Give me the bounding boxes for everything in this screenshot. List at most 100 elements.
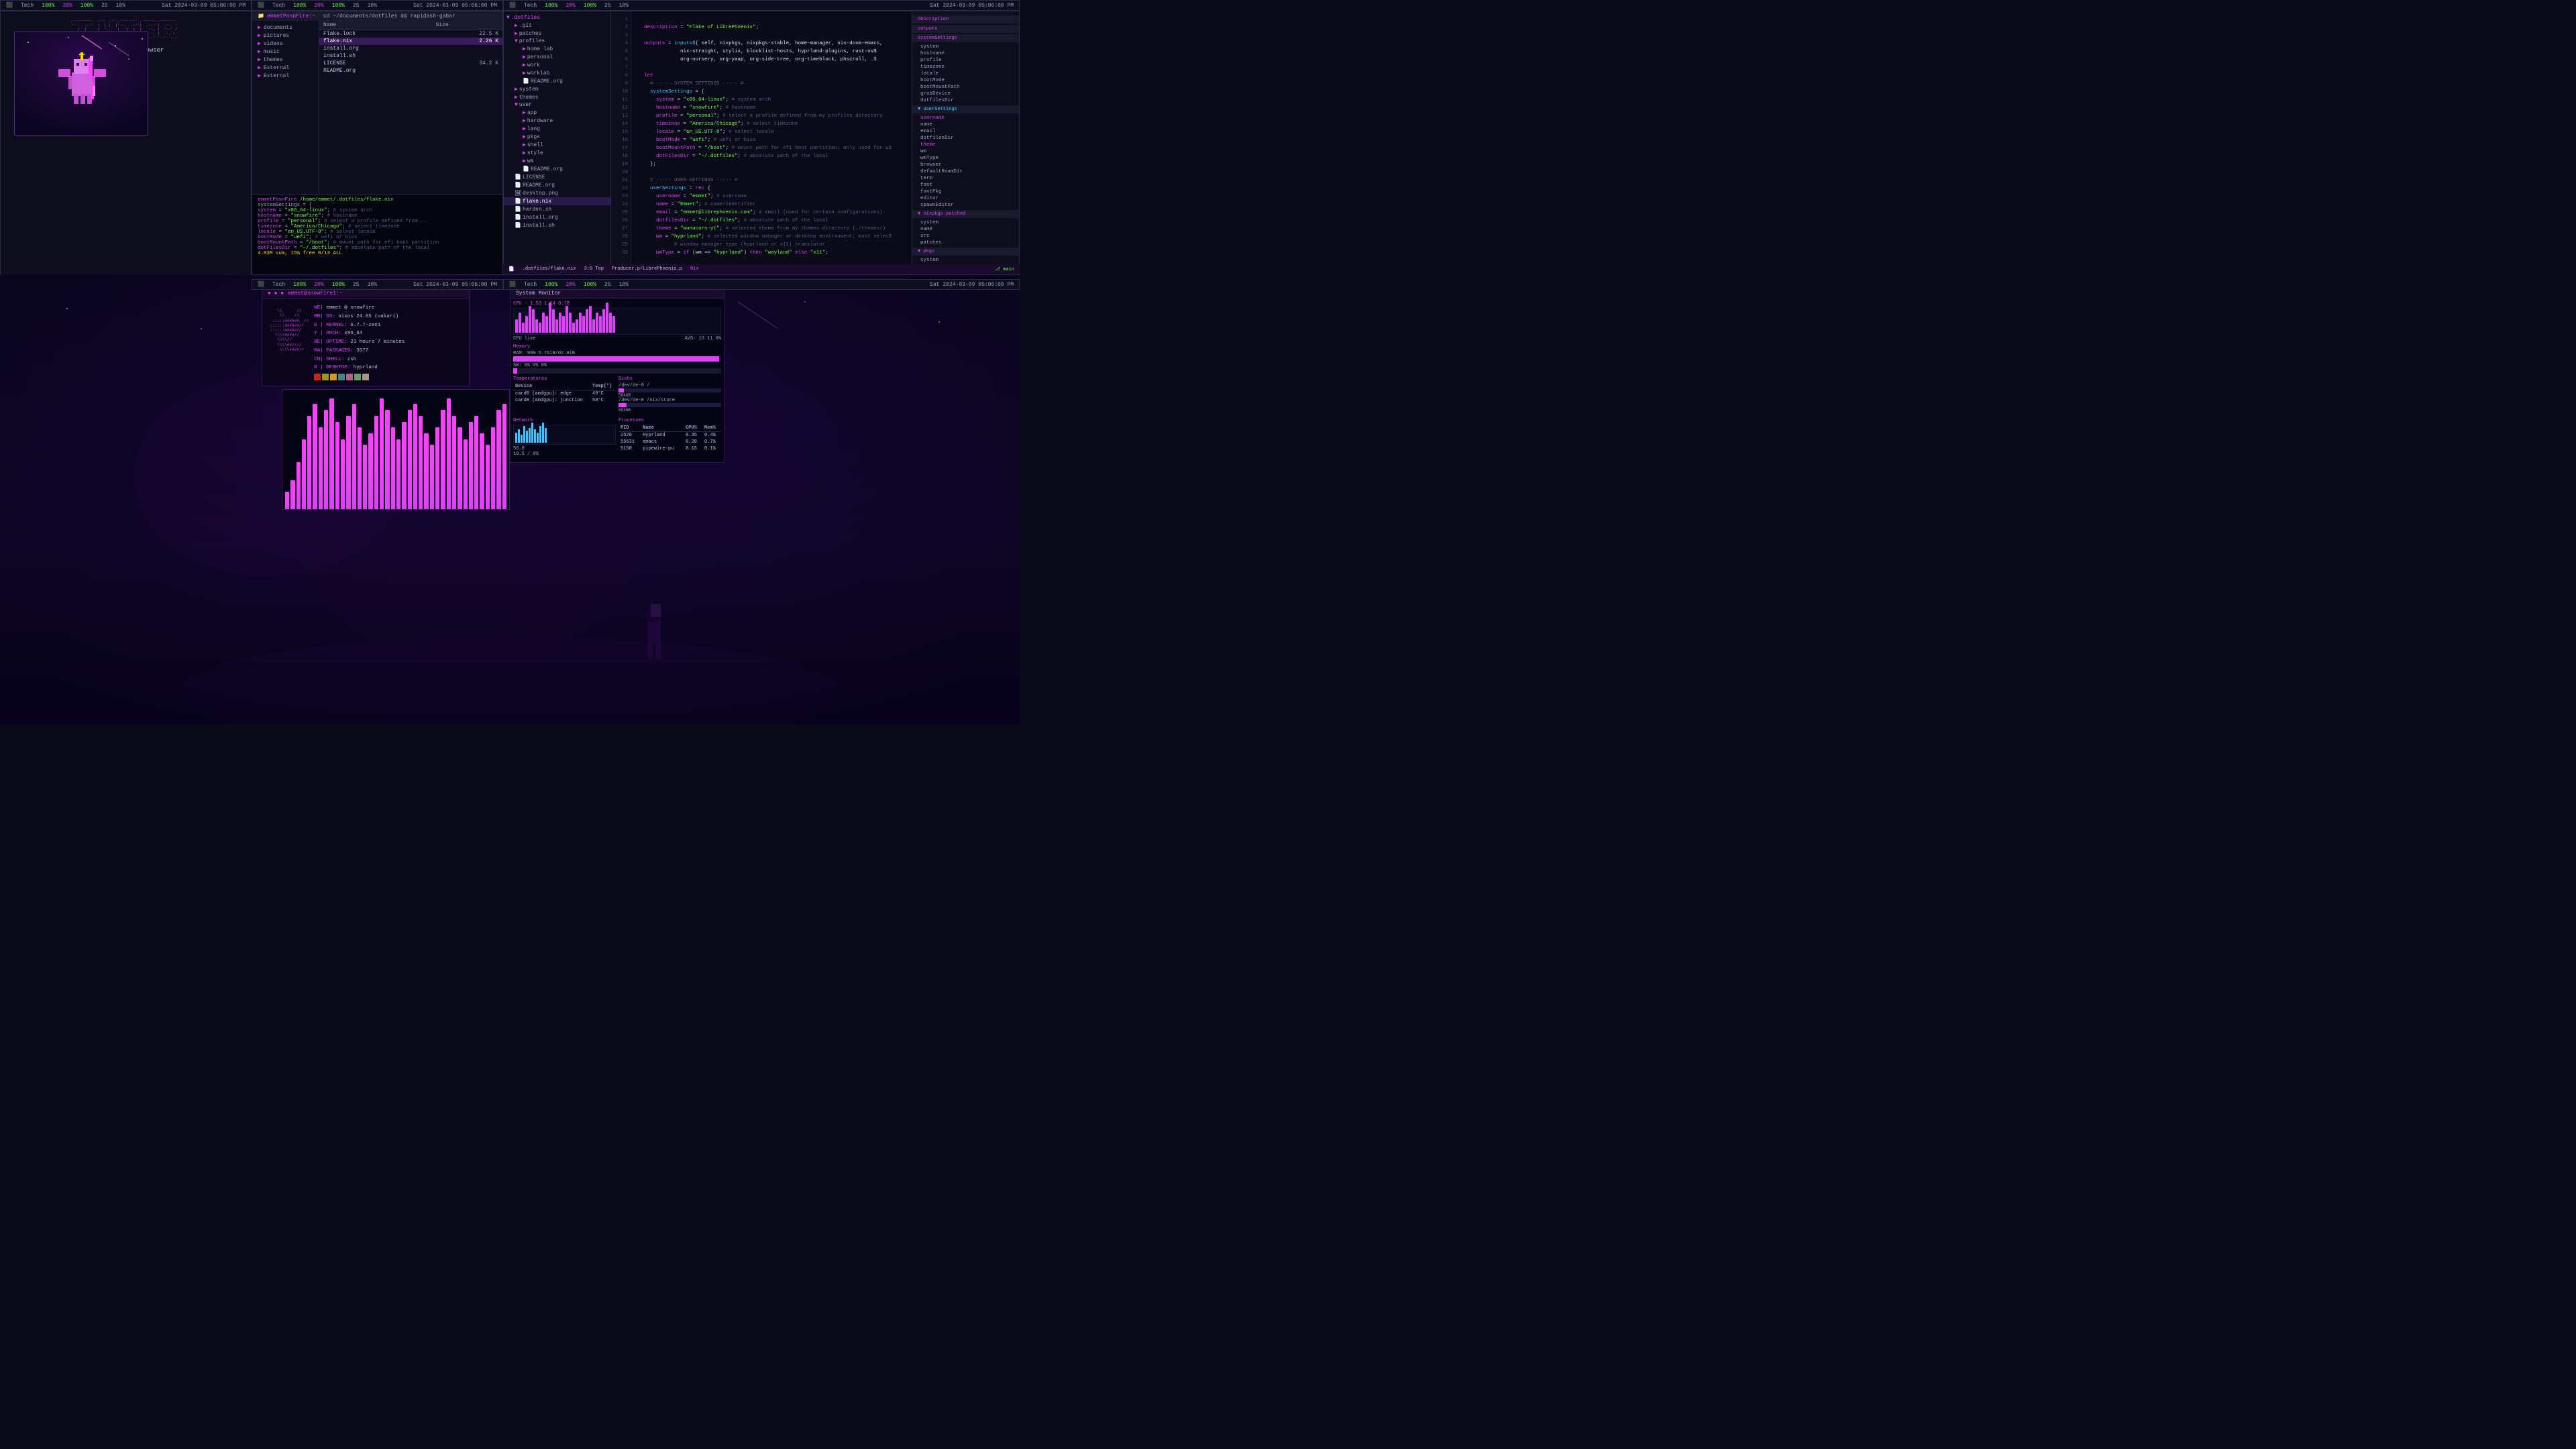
cs-item-system[interactable]: system [912,44,1019,50]
table-row-active[interactable]: flake.nix 2.26 K [319,38,502,45]
vis-bar [435,427,439,509]
qutebrowser-window: ,--------. ,--. ,--.,--------.,------.,-… [0,11,252,286]
table-row[interactable]: Flake.lock 22.5 K [319,30,502,38]
cs-item-term[interactable]: term [912,175,1019,182]
cs-item-locale[interactable]: locale [912,70,1019,77]
tree-item-git[interactable]: ▶ .git [504,21,610,30]
file-size: 34.2 K [432,60,503,67]
mem-swap-bar-bg [513,368,721,374]
term-line: hostname = "snowfire"; # hostname [258,213,497,219]
cs-item-fontpkg[interactable]: fontPkg [912,189,1019,195]
vis-bar [341,439,345,509]
cs-item-name2[interactable]: name [912,226,1019,233]
br-tb-net: 10% [619,282,629,288]
cs-item-timezone[interactable]: timezone [912,64,1019,70]
tree-item-work[interactable]: ▶ work [504,61,610,69]
tree-item-worklab[interactable]: ▶ worklab [504,69,610,77]
tree-item-installsh[interactable]: 📄 install.sh [504,221,610,229]
cs-item-system2[interactable]: system [912,219,1019,226]
cs-item-system3[interactable]: system [912,257,1019,264]
color-block-4 [338,374,345,380]
tree-item-user[interactable]: ▼ user [504,101,610,109]
cs-item-dotfilesdir[interactable]: dotfilesDir [912,97,1019,104]
folder-icon-git: ▶ [515,22,518,29]
cs-item-editor[interactable]: editor [912,195,1019,202]
code-editor-main[interactable]: 12345 678910 1112131415 1617181920 21222… [611,11,912,274]
sidebar-external1[interactable]: ▶External [252,64,319,72]
tb-mem2: 100% [332,3,345,9]
tree-item-app[interactable]: ▶ app [504,109,610,117]
tree-item-readme3[interactable]: 📄 README.org [504,181,610,189]
vis-bar [285,492,289,509]
tree-item-readme1[interactable]: 📄 README.org [504,77,610,85]
cs-item-name[interactable]: name [912,121,1019,128]
sidebar-external2[interactable]: ▶External [252,72,319,80]
cs-section-usersettings: ▼ userSettings [912,105,1019,113]
cpu-bar [539,323,541,333]
cs-item-font[interactable]: font [912,182,1019,189]
sidebar-pictures[interactable]: ▶pictures [252,32,319,40]
file-size [432,67,503,74]
code-outline[interactable]: description outputs systemSettings syste… [912,11,1019,274]
tree-item-hardensh[interactable]: 📄 harden.sh [504,205,610,213]
file-icon-hardensh: 📄 [515,206,521,213]
sidebar-music[interactable]: ▶music [252,48,319,56]
folder-icon-personal: ▶ [523,54,526,60]
tree-item-patches[interactable]: ▶ patches [504,30,610,38]
table-row[interactable]: install.org [319,45,502,52]
file-sidebar[interactable]: ▶documents ▶pictures ▶videos ▶music ▶the… [252,21,319,194]
tree-item-profiles[interactable]: ▼ profiles [504,38,610,45]
code-content[interactable]: description = "Flake of LibrePhoenix"; o… [631,11,912,274]
tree-item-flakenix[interactable]: 📄 flake.nix [504,197,610,205]
cs-item-dotfilesdir2[interactable]: dotfilesDir [912,135,1019,142]
tree-label: README.org [531,166,563,172]
code-filetree[interactable]: ▼ .dotfiles ▶ .git ▶ patches ▼ profiles … [504,11,611,274]
cpu-bar [535,319,538,333]
cs-item-hostname[interactable]: hostname [912,50,1019,57]
tree-item-themes[interactable]: ▶ themes [504,93,610,101]
cs-item-bootmountpath[interactable]: bootMountPath [912,84,1019,91]
tree-item-license[interactable]: 📄 LICENSE [504,173,610,181]
cs-item-theme[interactable]: theme [912,142,1019,148]
table-row[interactable]: LICENSE 34.2 K [319,60,502,67]
nf-os: RB| OS: nixos 24.05 (uakari) [314,313,405,321]
table-row[interactable]: README.org [319,67,502,74]
tree-item-readme2[interactable]: 📄 README.org [504,165,610,173]
cs-item-username[interactable]: username [912,115,1019,121]
cs-item-spawneditor[interactable]: spawnEditor [912,202,1019,209]
cs-item-wmtype[interactable]: wmType [912,155,1019,162]
folder-icon-patches: ▶ [515,30,518,37]
br-tb-mem: 100% [584,282,596,288]
cs-item-profile[interactable]: profile [912,57,1019,64]
tree-item-lang[interactable]: ▶ lang [504,125,610,133]
tree-item-desktop[interactable]: 🖼 desktop.png [504,189,610,197]
cs-item-bootmode[interactable]: bootMode [912,77,1019,84]
disk-bar-bg-1 [619,388,721,392]
tree-item-style[interactable]: ▶ style [504,149,610,157]
tree-item-system[interactable]: ▶ system [504,85,610,93]
file-main[interactable]: Name Size Flake.lock 22.5 K flake.nix 2.… [319,21,502,194]
sidebar-videos[interactable]: ▶videos [252,40,319,48]
tree-item-installorg[interactable]: 📄 install.org [504,213,610,221]
tree-label-active: flake.nix [523,199,551,205]
tree-item-homelab[interactable]: ▶ home lab [504,45,610,53]
sidebar-themes[interactable]: ▶themes [252,56,319,64]
br-tb-tech: Tech [524,282,537,288]
cs-item-patches2[interactable]: patches [912,239,1019,246]
proc-mem-3: 0.1% [702,445,721,452]
tree-item-personal[interactable]: ▶ personal [504,53,610,61]
cs-item-browser[interactable]: browser [912,162,1019,168]
cs-item-defaultroamdir[interactable]: defaultRoamDir [912,168,1019,175]
tree-item-shell[interactable]: ▶ shell [504,141,610,149]
tree-item-wm[interactable]: ▶ wm [504,157,610,165]
cs-item-email[interactable]: email [912,128,1019,135]
tree-item-hardware[interactable]: ▶ hardware [504,117,610,125]
cs-item-src[interactable]: src [912,233,1019,239]
vis-bar [302,439,306,509]
pixel-art-frame [14,32,148,136]
cs-item-grubdevice[interactable]: grubDevice [912,91,1019,97]
table-row[interactable]: install.sh [319,52,502,60]
tree-item-pkgs[interactable]: ▶ pkgs [504,133,610,141]
sidebar-documents[interactable]: ▶documents [252,23,319,32]
cs-item-wm[interactable]: wm [912,148,1019,155]
